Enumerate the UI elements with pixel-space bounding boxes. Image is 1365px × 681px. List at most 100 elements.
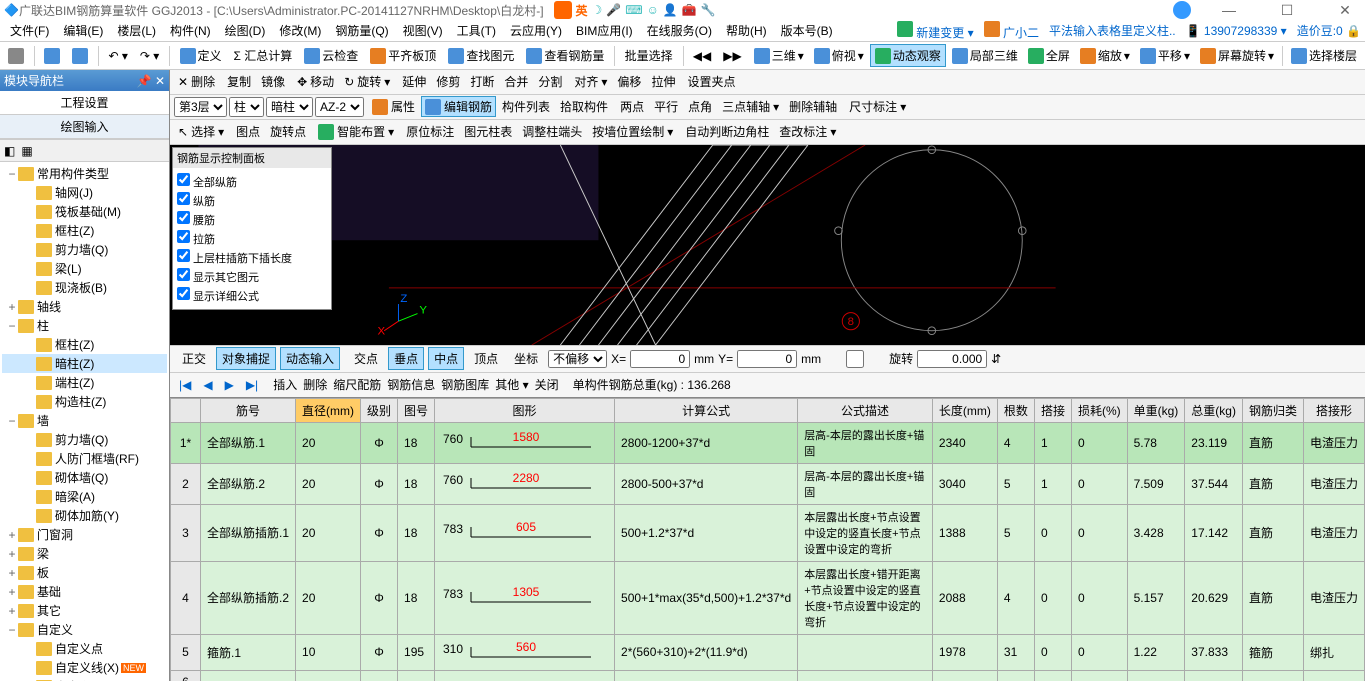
moon-icon[interactable]: ☽ (592, 3, 603, 17)
parallel-button[interactable]: 平行 (650, 96, 682, 117)
id-select[interactable]: AZ-2 (315, 97, 364, 117)
flush-top-button[interactable]: 平齐板顶 (366, 45, 440, 66)
nav-prev[interactable]: ◀ (200, 378, 215, 392)
two-point-button[interactable]: 两点 (616, 96, 648, 117)
hint-link[interactable]: 平法输入表格里定义柱.. (1049, 22, 1176, 39)
x-input[interactable] (630, 350, 690, 368)
set-grip-button[interactable]: 设置夹点 (683, 71, 739, 92)
vertex-button[interactable]: 顶点 (468, 347, 504, 370)
keyboard-icon[interactable]: ⌨ (625, 3, 642, 17)
point-angle-button[interactable]: 点角 (684, 96, 716, 117)
props-button[interactable]: 属性 (368, 96, 419, 117)
table-row[interactable]: 2全部纵筋.220Φ1876022802800-500+37*d层高-本层的露出… (171, 463, 1365, 504)
ortho-button[interactable]: 正交 (176, 347, 212, 370)
globe-icon[interactable] (1173, 1, 1191, 19)
tree-node[interactable]: +其它 (2, 601, 167, 620)
component-tree[interactable]: −常用构件类型轴网(J)筏板基础(M)框柱(Z)剪力墙(Q)梁(L)现浇板(B)… (0, 162, 169, 681)
offset-select[interactable]: 不偏移 (548, 350, 607, 368)
menu-help[interactable]: 帮助(H) (720, 20, 773, 41)
tree-expand-icon[interactable]: ◧ (4, 144, 15, 158)
menu-file[interactable]: 文件(F) (4, 20, 55, 41)
display-option[interactable]: 显示详细公式 (177, 286, 327, 305)
new-change-button[interactable]: 新建变更 ▾ (897, 21, 974, 41)
tab-project-settings[interactable]: 工程设置 (0, 91, 169, 115)
tree-node[interactable]: 砌体墙(Q) (2, 468, 167, 487)
three-point-aux-button[interactable]: 三点辅轴 ▾ (718, 96, 783, 117)
smart-layout-button[interactable]: 智能布置 ▾ (314, 121, 398, 142)
dynamic-view-button[interactable]: 动态观察 (870, 44, 946, 67)
offset-button[interactable]: 偏移 (613, 71, 645, 92)
align-button[interactable]: 对齐 ▾ (570, 71, 611, 92)
face-icon[interactable]: ☺ (647, 3, 659, 17)
table-header[interactable]: 单重(kg) (1127, 398, 1185, 422)
open-button[interactable] (40, 46, 64, 66)
tree-node[interactable]: 框柱(Z) (2, 335, 167, 354)
select-floor-button[interactable]: 选择楼层 (1287, 45, 1361, 66)
tree-node[interactable]: 自定义面 (2, 677, 167, 681)
tree-node[interactable]: −柱 (2, 316, 167, 335)
tree-node[interactable]: 剪力墙(Q) (2, 430, 167, 449)
scale-rebar-button[interactable]: 缩尺配筋 (333, 376, 381, 393)
zoom-button[interactable]: 缩放 ▾ (1076, 45, 1134, 66)
tree-node[interactable]: +轴线 (2, 297, 167, 316)
display-option[interactable]: 显示其它图元 (177, 267, 327, 286)
table-header[interactable]: 图形 (435, 398, 615, 422)
auto-judge-button[interactable]: 自动判断边角柱 (681, 121, 773, 142)
break-button[interactable]: 打断 (466, 71, 498, 92)
cloud-check-button[interactable]: 云检查 (300, 45, 362, 66)
view-rebar-button[interactable]: 查看钢筋量 (522, 45, 608, 66)
table-header[interactable]: 根数 (997, 398, 1034, 422)
nav-first[interactable]: |◀ (176, 378, 194, 392)
menu-view[interactable]: 视图(V) (397, 20, 449, 41)
tree-node[interactable]: 构造柱(Z) (2, 392, 167, 411)
draw-by-wall-button[interactable]: 按墙位置绘制 ▾ (588, 121, 677, 142)
table-row[interactable]: 1*全部纵筋.120Φ1876015802800-1200+37*d层高-本层的… (171, 422, 1365, 463)
column-table-button[interactable]: 图元柱表 (460, 121, 516, 142)
mirror-button[interactable]: 镜像 (257, 71, 289, 92)
prev2-button[interactable]: ◀◀ (689, 47, 715, 65)
next2-button[interactable]: ▶▶ (719, 47, 745, 65)
menu-version[interactable]: 版本号(B) (775, 20, 839, 41)
close-panel-icon[interactable]: ✕ (155, 74, 165, 88)
rotate-input[interactable] (917, 350, 987, 368)
tree-node[interactable]: 轴网(J) (2, 183, 167, 202)
tree-collapse-icon[interactable]: ▦ (21, 144, 32, 158)
minimize-button[interactable]: — (1209, 2, 1249, 18)
tree-node[interactable]: 筏板基础(M) (2, 202, 167, 221)
tree-node[interactable]: −墙 (2, 411, 167, 430)
undo-button[interactable]: ↶ ▾ (104, 47, 131, 65)
tree-node[interactable]: +梁 (2, 544, 167, 563)
intersection-button[interactable]: 交点 (348, 347, 384, 370)
insert-row-button[interactable]: 插入 (273, 376, 297, 393)
adjust-column-end-button[interactable]: 调整柱端头 (518, 121, 586, 142)
table-header[interactable]: 长度(mm) (932, 398, 997, 422)
tree-node[interactable]: 砌体加筋(Y) (2, 506, 167, 525)
copy-button[interactable]: 复制 (223, 71, 255, 92)
close-table-button[interactable]: 关闭 (535, 376, 559, 393)
other-button[interactable]: 其他 ▾ (495, 376, 528, 393)
menu-bim[interactable]: BIM应用(I) (570, 20, 639, 41)
rebar-table[interactable]: 筋号直径(mm)级别图号图形计算公式公式描述长度(mm)根数搭接损耗(%)单重(… (170, 397, 1365, 681)
tree-node[interactable]: +板 (2, 563, 167, 582)
sum-button[interactable]: Σ 汇总计算 (230, 45, 297, 66)
rotate-button[interactable]: ↻ 旋转 ▾ (340, 71, 394, 92)
tree-node[interactable]: +基础 (2, 582, 167, 601)
menu-edit[interactable]: 编辑(E) (57, 20, 109, 41)
delete-row-button[interactable]: 删除 (303, 376, 327, 393)
local-3d-button[interactable]: 局部三维 (948, 45, 1022, 66)
inplace-label-button[interactable]: 原位标注 (402, 121, 458, 142)
midpoint-button[interactable]: 中点 (428, 347, 464, 370)
menu-floor[interactable]: 楼层(L) (111, 20, 162, 41)
table-header[interactable]: 总重(kg) (1185, 398, 1243, 422)
table-header[interactable]: 搭接 (1034, 398, 1071, 422)
table-header[interactable]: 搭接形 (1303, 398, 1364, 422)
table-header[interactable]: 图号 (398, 398, 435, 422)
tree-node[interactable]: −自定义 (2, 620, 167, 639)
person-icon[interactable]: 👤 (663, 3, 678, 17)
tree-node[interactable]: +门窗洞 (2, 525, 167, 544)
display-option[interactable]: 全部纵筋 (177, 172, 327, 191)
tree-node[interactable]: 自定义点 (2, 639, 167, 658)
maximize-button[interactable]: ☐ (1267, 2, 1307, 19)
tree-node[interactable]: 暗柱(Z) (2, 354, 167, 373)
dimension-button[interactable]: 尺寸标注 ▾ (845, 96, 910, 117)
